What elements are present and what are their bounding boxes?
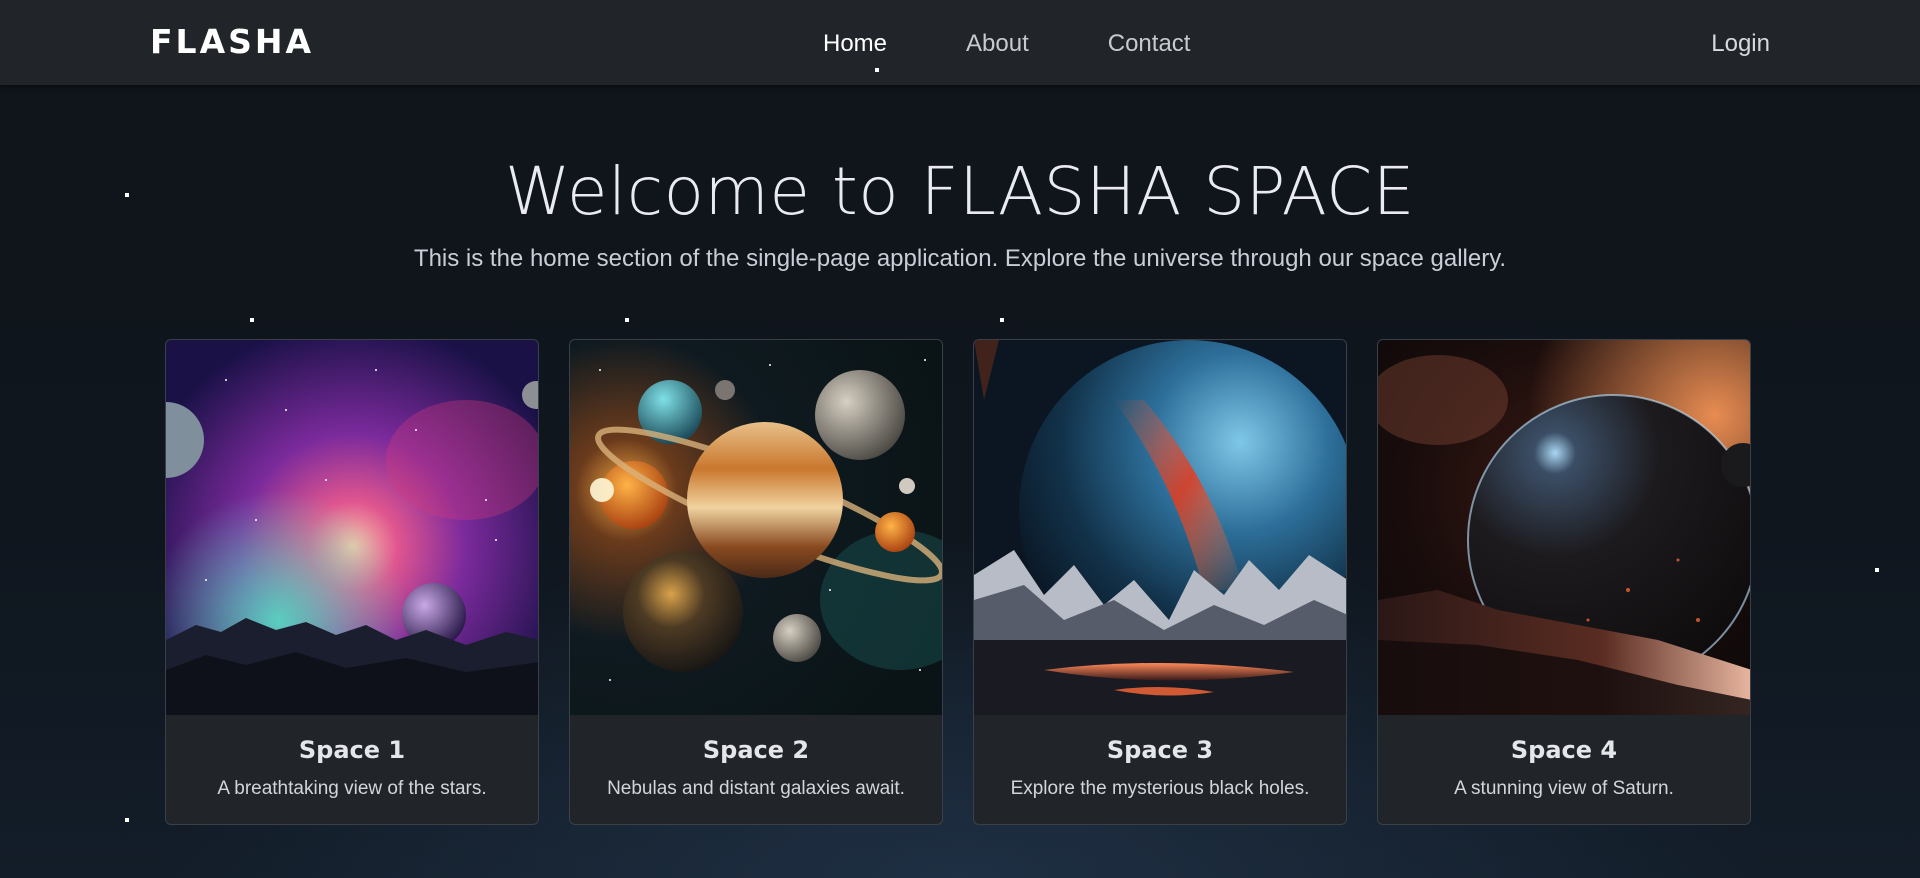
planet-horizon-image: [1378, 340, 1750, 715]
star-decoration: [125, 818, 129, 822]
login-link[interactable]: Login: [1711, 28, 1770, 60]
card-text: Nebulas and distant galaxies await.: [607, 778, 905, 799]
star-decoration: [250, 318, 254, 322]
card-body: Space 4 A stunning view of Saturn.: [1378, 715, 1750, 802]
nav-link-about[interactable]: About: [966, 28, 1029, 60]
page: FLASHA Home About Contact Login Welcome …: [0, 0, 1920, 878]
hero-subtitle: This is the home section of the single-p…: [413, 245, 1507, 272]
hero-title: Welcome to FLASHA SPACE: [505, 153, 1415, 230]
card-body: Space 1 A breathtaking view of the stars…: [166, 715, 538, 802]
gallery-card-space-2[interactable]: Space 2 Nebulas and distant galaxies awa…: [569, 339, 943, 825]
nav-link-contact[interactable]: Contact: [1108, 28, 1191, 60]
star-decoration: [1875, 568, 1879, 572]
star-decoration: [875, 68, 879, 72]
card-title: Space 1: [298, 736, 406, 764]
card-body: Space 2 Nebulas and distant galaxies awa…: [570, 715, 942, 802]
nav-link-home[interactable]: Home: [823, 28, 887, 60]
card-title: Space 3: [1106, 736, 1214, 764]
planets-image: [570, 340, 942, 715]
navbar: FLASHA Home About Contact Login: [0, 0, 1920, 85]
card-text: A breathtaking view of the stars.: [217, 778, 487, 799]
brand-logo[interactable]: FLASHA: [150, 22, 314, 62]
star-decoration: [625, 318, 629, 322]
gallery-card-space-1[interactable]: Space 1 A breathtaking view of the stars…: [165, 339, 539, 825]
card-title: Space 4: [1510, 736, 1618, 764]
card-title: Space 2: [702, 736, 810, 764]
nav-links: Home About Contact: [823, 28, 1269, 60]
nebula-image: [166, 340, 538, 715]
planet-mountains-image: [974, 340, 1346, 715]
star-decoration: [1000, 318, 1004, 322]
gallery-cards: Space 1 A breathtaking view of the stars…: [165, 339, 1751, 825]
gallery-card-space-4[interactable]: Space 4 A stunning view of Saturn.: [1377, 339, 1751, 825]
card-text: A stunning view of Saturn.: [1454, 778, 1674, 799]
card-text: Explore the mysterious black holes.: [1010, 778, 1310, 799]
card-body: Space 3 Explore the mysterious black hol…: [974, 715, 1346, 802]
gallery-card-space-3[interactable]: Space 3 Explore the mysterious black hol…: [973, 339, 1347, 825]
